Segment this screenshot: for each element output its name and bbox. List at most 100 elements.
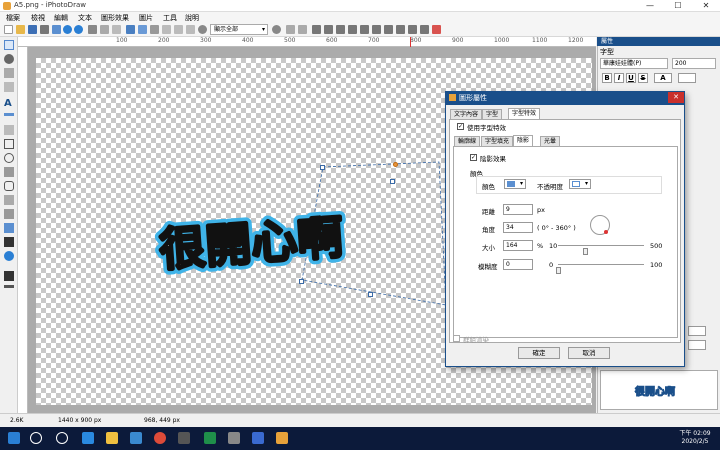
group-render-checkbox[interactable] [453,335,460,342]
save-icon[interactable] [28,25,37,34]
new-icon[interactable] [4,25,13,34]
ellipse-tool-icon[interactable] [4,153,14,163]
zoom-icon[interactable] [198,25,207,34]
store-icon[interactable] [130,432,142,444]
effects-button[interactable] [678,73,696,83]
image-icon[interactable] [52,25,61,34]
close-button[interactable]: ✕ [692,0,720,12]
menu-shape-effects[interactable]: 圖形效果 [101,13,129,23]
copy-icon[interactable] [100,25,109,34]
taskbar-clock[interactable]: 下午 02:09 2020/2/5 [675,430,715,446]
app-icon[interactable] [178,432,190,444]
align-button[interactable] [688,326,706,336]
font-size-select[interactable]: 200 [672,58,716,69]
rotate-icon[interactable] [126,25,135,34]
pan-tool-icon[interactable] [4,68,14,78]
size-slider-track[interactable] [558,245,644,246]
resize-handle[interactable] [390,179,395,184]
color-picker-tool-icon[interactable] [4,271,14,281]
pen-icon[interactable] [150,25,159,34]
flip-icon[interactable] [138,25,147,34]
delete-icon[interactable] [432,25,441,34]
shadow-effect-checkbox[interactable]: ✓ [470,154,477,161]
cancel-button[interactable]: 取消 [568,347,610,359]
group-icon[interactable] [372,25,381,34]
use-effects-checkbox[interactable]: ✓ [457,123,464,130]
chrome-icon[interactable] [154,432,166,444]
menu-help[interactable]: 說明 [185,13,199,23]
italic-button[interactable]: I [614,73,624,83]
font-name-select[interactable]: 華康娃娃體(P) [600,58,668,69]
send-back-icon[interactable] [360,25,369,34]
shape-tool-icon[interactable] [4,167,14,177]
ungroup-icon[interactable] [384,25,393,34]
tab-outline[interactable]: 輪廓線 [454,136,481,146]
menu-file[interactable]: 檔案 [6,13,20,23]
angle-dial-knob[interactable] [604,230,608,234]
menu-view[interactable]: 檢視 [31,13,45,23]
cortana-icon[interactable] [56,432,68,444]
align-center-icon[interactable] [174,25,183,34]
size-input[interactable]: 164 [503,240,533,251]
bring-front-icon[interactable] [348,25,357,34]
minimize-button[interactable]: — [636,0,664,12]
blur-input[interactable]: 0 [503,259,533,270]
menu-edit[interactable]: 編輯 [54,13,68,23]
angle-dial[interactable] [590,215,610,235]
paste-icon[interactable] [112,25,121,34]
undo-icon[interactable] [63,25,72,34]
polygon-tool-icon[interactable] [4,125,14,135]
crop-icon[interactable] [420,25,429,34]
resize-handle[interactable] [320,165,325,170]
tab-font[interactable]: 字型 [482,109,503,119]
select-tool-icon[interactable] [4,40,14,50]
rectangle-tool-icon[interactable] [4,139,14,149]
eraser-tool-icon[interactable] [4,209,14,219]
info-tool-icon[interactable] [4,251,14,261]
stroke-tool-icon[interactable] [4,285,14,288]
edge-icon[interactable] [82,432,94,444]
callout-tool-icon[interactable] [4,181,14,191]
tab-font-effects[interactable]: 字型特效 [508,108,541,119]
open-icon[interactable] [16,25,25,34]
ok-button[interactable]: 確定 [518,347,560,359]
ruler-icon[interactable] [324,25,333,34]
explorer-icon[interactable] [106,432,118,444]
lock-icon[interactable] [396,25,405,34]
app-icon[interactable] [252,432,264,444]
align-right-icon[interactable] [186,25,195,34]
tab-fill[interactable]: 字型填充 [481,136,514,146]
excel-icon[interactable] [204,432,216,444]
fit-icon[interactable] [286,25,295,34]
start-icon[interactable] [8,432,20,444]
underline-button[interactable]: U [626,73,636,83]
search-icon[interactable] [30,432,42,444]
text-tool-icon[interactable]: A [4,98,14,109]
font-color-button[interactable]: A [654,73,672,83]
pen-tool-icon[interactable] [4,195,14,205]
layers-icon[interactable] [336,25,345,34]
menu-text[interactable]: 文本 [78,13,92,23]
blur-slider-track[interactable] [558,264,644,265]
redo-icon[interactable] [74,25,83,34]
cut-icon[interactable] [88,25,97,34]
distance-input[interactable]: 9 [503,204,533,215]
app-icon[interactable] [228,432,240,444]
menu-image[interactable]: 圖片 [139,13,153,23]
eye-icon[interactable] [408,25,417,34]
zoom-in-icon[interactable] [272,25,281,34]
blur-slider-thumb[interactable] [556,267,561,274]
print-icon[interactable] [40,25,49,34]
fill-tool-icon[interactable] [4,82,14,92]
tab-glow[interactable]: 光暈 [540,136,561,146]
shadow-color-button[interactable]: ▾ [504,179,526,189]
iphotodraw-taskbar-icon[interactable] [276,432,288,444]
strike-button[interactable]: S [638,73,648,83]
size-slider-thumb[interactable] [583,248,588,255]
line-tool-icon[interactable] [4,113,14,116]
opacity-button[interactable]: ▾ [569,179,591,189]
scope-select[interactable]: 顯示全部 ▾ [210,24,268,35]
bold-button[interactable]: B [602,73,612,83]
zoom-tool-icon[interactable] [4,54,14,64]
tab-shadow[interactable]: 陰影 [513,135,534,146]
